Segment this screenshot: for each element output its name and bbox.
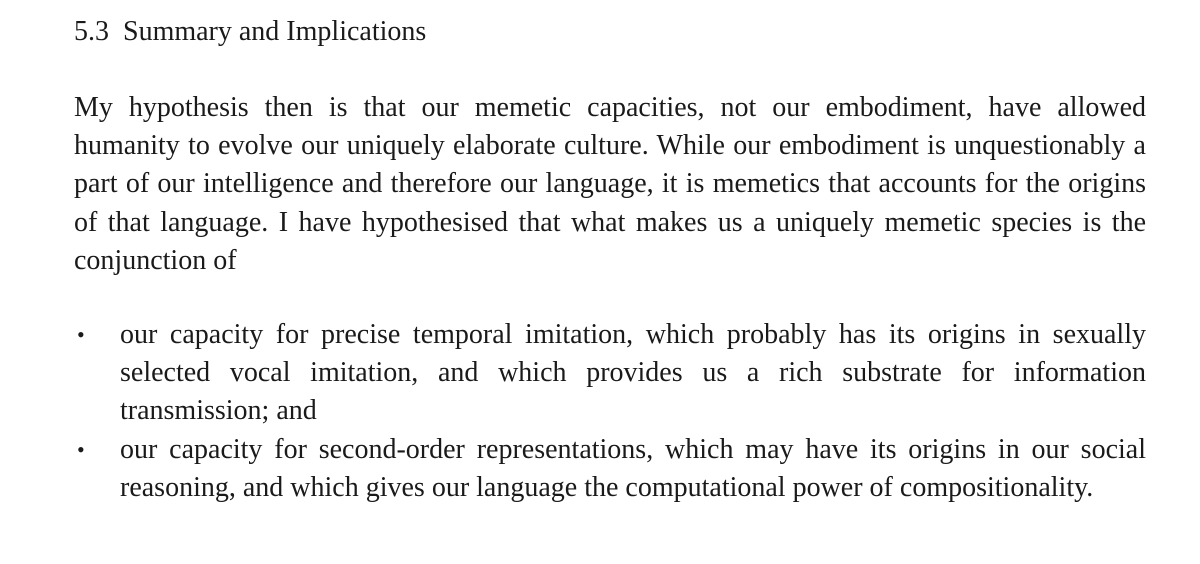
bullet-item: • our capacity for precise temporal imit… — [74, 316, 1146, 431]
section-heading: 5.3 Summary and Implications — [74, 12, 426, 52]
document-page: 5.3 Summary and Implications My hypothesi… — [74, 0, 1146, 564]
body-paragraph: My hypothesis then is that our memetic c… — [74, 92, 1146, 276]
bullet-list: • our capacity for precise temporal imit… — [74, 316, 1146, 507]
section-number: 5.3 — [74, 16, 109, 47]
bullet-text: our capacity for precise temporal imitat… — [120, 319, 1146, 427]
section-title: Summary and Implications — [123, 16, 427, 47]
bullet-item: • our capacity for second-order represen… — [74, 431, 1146, 507]
bullet-text: our capacity for second-order representa… — [120, 433, 1146, 503]
bullet-marker: • — [77, 322, 85, 347]
bullet-marker: • — [77, 436, 85, 462]
